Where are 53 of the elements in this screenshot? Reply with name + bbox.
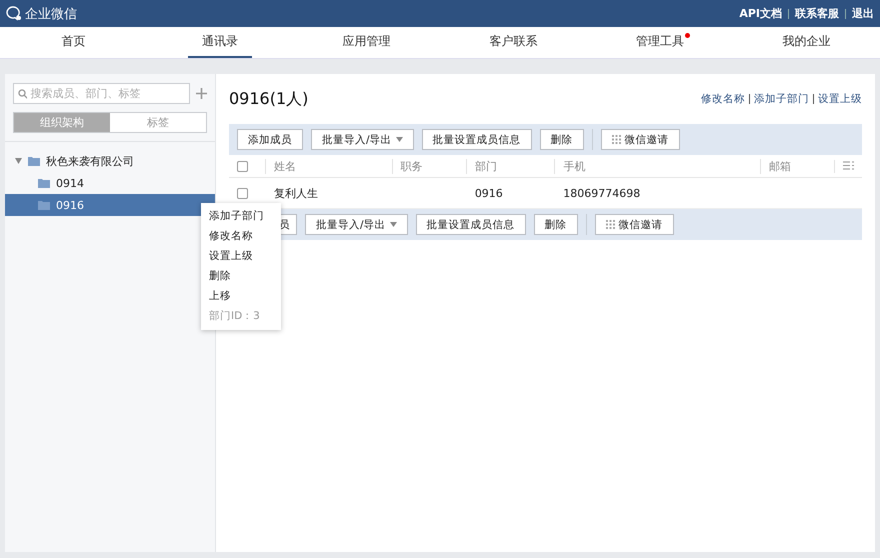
menu-item[interactable]: 修改名称 [201, 226, 281, 246]
grid-icon [612, 135, 621, 144]
toolbar-button[interactable]: 批量导入/导出 [305, 214, 408, 235]
nav-tab[interactable]: 通讯录 [188, 27, 252, 58]
nav-tab[interactable]: 管理工具 [622, 27, 698, 58]
action-link[interactable]: 设置上级 [818, 92, 862, 106]
tree-item[interactable]: 0914 [5, 172, 215, 194]
brand-name: 企业微信 [25, 6, 77, 22]
toolbar-button[interactable]: 微信邀请 [600, 129, 680, 150]
column-header: 部门 [466, 158, 554, 174]
column-header: 姓名 [265, 158, 392, 174]
expand-arrow-icon[interactable] [15, 158, 22, 164]
caret-icon [396, 137, 403, 142]
checkbox[interactable] [237, 188, 248, 199]
toolbar-button[interactable]: 删除 [534, 214, 578, 235]
search-field[interactable]: 搜索成员、部门、标签 [13, 83, 190, 104]
nav-tab[interactable]: 我的企业 [768, 27, 845, 58]
table-cell: 18069774698 [563, 186, 640, 200]
column-header: 邮箱 [760, 158, 834, 174]
search-icon [18, 88, 28, 98]
toolbar-button[interactable]: 微信邀请 [594, 214, 674, 235]
column-header: 职务 [392, 158, 466, 174]
toolbar-button[interactable]: 批量导入/导出 [311, 129, 414, 150]
caret-icon [390, 222, 397, 227]
folder-icon [28, 156, 40, 166]
action-link[interactable]: 添加子部门 [754, 92, 809, 106]
menu-item[interactable]: 上移 [201, 286, 281, 306]
folder-icon [38, 200, 50, 210]
menu-item[interactable]: 设置上级 [201, 246, 281, 266]
header-link[interactable]: 联系客服 [795, 6, 839, 21]
toolbar-button[interactable]: 删除 [540, 129, 584, 150]
chat-logo-icon [6, 6, 22, 21]
toolbar-button[interactable]: 批量设置成员信息 [416, 214, 526, 235]
menu-item[interactable]: 删除 [201, 266, 281, 286]
checkbox[interactable] [237, 160, 248, 172]
nav-tab[interactable]: 应用管理 [328, 27, 405, 58]
department-title: 0916(1人) [229, 88, 308, 110]
table-cell: 0916 [474, 186, 503, 200]
add-icon[interactable] [196, 88, 207, 99]
toolbar-button[interactable]: 添加成员 [237, 129, 303, 150]
nav-tab[interactable]: 首页 [47, 27, 100, 58]
column-settings-icon[interactable] [843, 160, 854, 170]
action-link[interactable]: 修改名称 [701, 92, 745, 106]
grid-icon [606, 220, 615, 229]
nav-tab[interactable]: 客户联系 [475, 27, 552, 58]
folder-icon [38, 178, 50, 188]
tree-item[interactable]: 秋色来袭有限公司 [5, 150, 215, 172]
column-header: 手机 [554, 158, 760, 174]
header-link[interactable]: 退出 [852, 6, 874, 21]
toolbar-button[interactable]: 批量设置成员信息 [422, 129, 532, 150]
table-cell: 复利人生 [274, 186, 318, 200]
header-link[interactable]: API文档 [739, 6, 782, 21]
department-id: 部门ID：3 [208, 309, 261, 324]
